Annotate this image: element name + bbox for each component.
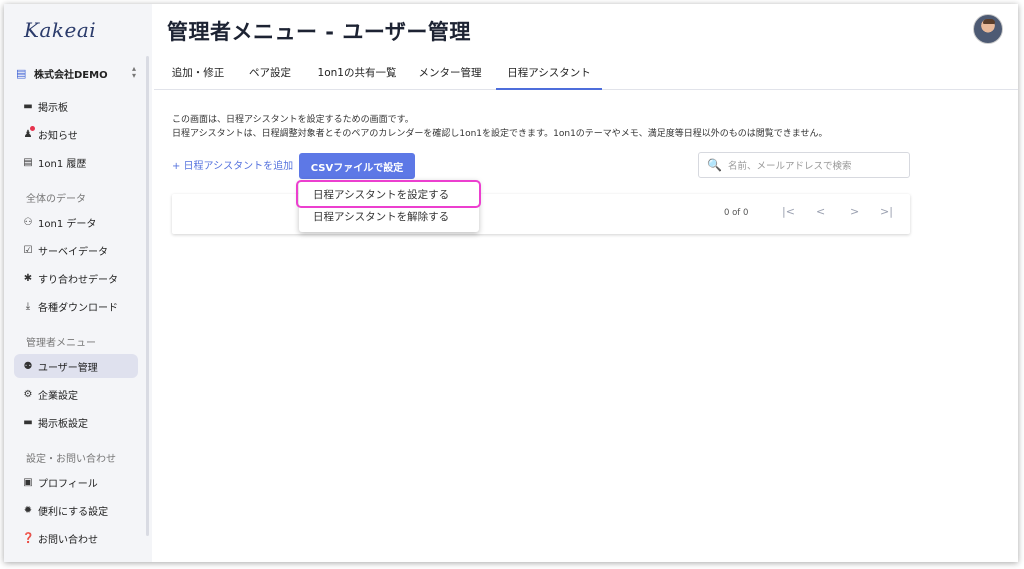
- sidebar-item-contact[interactable]: ❓ お問い合わせ: [14, 526, 138, 550]
- highlight-box: [296, 180, 481, 208]
- question-icon: ❓: [22, 532, 35, 544]
- survey-icon: ☑: [23, 244, 33, 256]
- puzzle-icon: ✱: [23, 272, 33, 284]
- building-icon: ▤: [16, 66, 27, 80]
- add-schedule-assistant-link[interactable]: + 日程アシスタントを追加: [172, 157, 293, 172]
- sidebar-item-label: ユーザー管理: [38, 362, 98, 374]
- company-settings-icon: ⚙: [23, 388, 33, 400]
- sidebar-item-label: すり合わせデータ: [38, 274, 118, 286]
- sidebar-item-label: 各種ダウンロード: [38, 302, 118, 314]
- tab-bar: 追加・修正 ペア設定 1on1の共有一覧 メンター管理 日程アシスタント: [154, 56, 1018, 90]
- assistant-table: [172, 194, 910, 234]
- bell-icon: ♟: [22, 125, 35, 140]
- prev-page-button[interactable]: <: [816, 205, 825, 218]
- pagination-count: 0 of 0: [724, 208, 749, 218]
- sidebar-item-history[interactable]: ▤ 1on1 履歴: [14, 150, 138, 174]
- sidebar-item-board[interactable]: ▬ 掲示板: [14, 94, 138, 118]
- page-title: 管理者メニュー - ユーザー管理: [167, 20, 471, 44]
- sidebar-item-downloads[interactable]: ⤓ 各種ダウンロード: [14, 294, 138, 318]
- sidebar: Kakeai ▤ 株式会社DEMO ▴ ▾ ▬ 掲示板 ♟ お知らせ ▤ 1on1…: [4, 4, 152, 562]
- avatar[interactable]: [973, 14, 1003, 44]
- sidebar-item-profile[interactable]: ▣ プロフィール: [14, 470, 138, 494]
- history-icon: ▤: [23, 156, 33, 168]
- tab-schedule-assistant[interactable]: 日程アシスタント: [496, 56, 602, 90]
- sidebar-item-1on1-data[interactable]: ⚇ 1on1 データ: [14, 210, 138, 234]
- sidebar-item-label: 企業設定: [38, 390, 78, 402]
- board-settings-icon: ▬: [23, 416, 33, 428]
- tab-pair-settings[interactable]: ペア設定: [246, 56, 294, 90]
- sidebar-scrollbar[interactable]: [146, 56, 149, 536]
- sidebar-item-label: サーベイデータ: [38, 246, 108, 258]
- profile-icon: ▣: [23, 476, 33, 488]
- description-line-1: この画面は、日程アシスタントを設定するための画面です。: [172, 115, 414, 125]
- search-icon: 🔍: [707, 158, 722, 172]
- sidebar-item-label: お知らせ: [38, 130, 78, 142]
- section-title-settings: 設定・お問い合わせ: [26, 454, 116, 465]
- app-logo[interactable]: Kakeai: [24, 18, 96, 42]
- tab-mentor-management[interactable]: メンター管理: [416, 56, 484, 90]
- download-icon: ⤓: [25, 300, 31, 312]
- csv-settings-button[interactable]: CSVファイルで設定: [299, 153, 415, 179]
- sidebar-item-preferences[interactable]: ✹ 便利にする設定: [14, 498, 138, 522]
- description-line-2: 日程アシスタントは、日程調整対象者とそのペアのカレンダーを確認し1on1を設定で…: [172, 129, 828, 139]
- search-placeholder: 名前、メールアドレスで検索: [727, 161, 852, 172]
- sidebar-item-user-management[interactable]: ⚉ ユーザー管理: [14, 354, 138, 378]
- company-selector[interactable]: ▤ 株式会社DEMO ▴ ▾: [16, 62, 140, 84]
- user-manage-icon: ⚉: [23, 360, 33, 372]
- tab-add-edit[interactable]: 追加・修正: [168, 56, 228, 90]
- sidebar-item-label: 掲示板: [38, 102, 68, 114]
- sidebar-item-label: 掲示板設定: [38, 418, 88, 430]
- section-title-admin: 管理者メニュー: [26, 338, 96, 349]
- tab-1on1-shared-list[interactable]: 1on1の共有一覧: [312, 56, 402, 90]
- last-page-button[interactable]: >|: [880, 205, 893, 218]
- sidebar-item-label: お問い合わせ: [38, 534, 98, 546]
- company-name: 株式会社DEMO: [34, 69, 108, 81]
- sidebar-item-label: プロフィール: [38, 478, 98, 490]
- board-icon: ▬: [23, 100, 33, 112]
- sidebar-item-label: 1on1 履歴: [38, 158, 87, 170]
- gear-icon: ✹: [23, 504, 33, 516]
- sidebar-item-label: 1on1 データ: [38, 218, 97, 230]
- sidebar-item-label: 便利にする設定: [38, 506, 109, 518]
- search-input[interactable]: 🔍 名前、メールアドレスで検索: [698, 152, 910, 178]
- notification-dot: [30, 125, 35, 131]
- first-page-button[interactable]: |<: [782, 205, 795, 218]
- sidebar-item-survey-data[interactable]: ☑ サーベイデータ: [14, 238, 138, 262]
- menu-item-remove-assistant[interactable]: 日程アシスタントを解除する: [299, 206, 479, 228]
- app-window: Kakeai ▤ 株式会社DEMO ▴ ▾ ▬ 掲示板 ♟ お知らせ ▤ 1on1…: [4, 4, 1018, 562]
- people-icon: ⚇: [23, 216, 33, 228]
- chevron-updown-icon: ▴ ▾: [131, 64, 136, 80]
- sidebar-item-notifications[interactable]: ♟ お知らせ: [14, 122, 138, 146]
- sidebar-item-alignment-data[interactable]: ✱ すり合わせデータ: [14, 266, 138, 290]
- next-page-button[interactable]: >: [850, 205, 859, 218]
- sidebar-item-board-settings[interactable]: ▬ 掲示板設定: [14, 410, 138, 434]
- sidebar-item-company-settings[interactable]: ⚙ 企業設定: [14, 382, 138, 406]
- section-title-data: 全体のデータ: [26, 194, 86, 205]
